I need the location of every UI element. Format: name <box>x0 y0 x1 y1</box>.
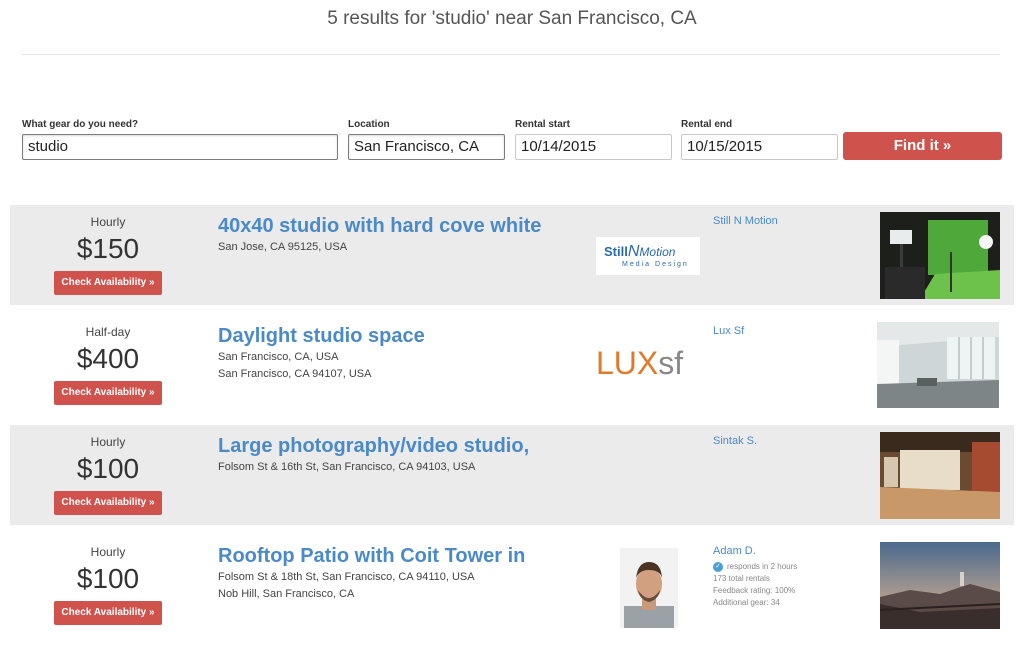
result-card[interactable]: Hourly $150 Check Availability » 40x40 s… <box>10 205 1014 305</box>
rental-start-input[interactable]: 10/14/2015 <box>515 134 672 160</box>
listing-address: San Francisco, CA 94107, USA <box>218 368 372 380</box>
listing-info: 40x40 studio with hard cove white San Jo… <box>218 213 598 256</box>
search-form: What gear do you need? studio Location S… <box>0 119 1024 163</box>
logo-text-lux: LUX <box>596 345 659 381</box>
owner-response-time: ✓ responds in 2 hours <box>713 561 873 573</box>
check-availability-button[interactable]: Check Availability » <box>54 491 162 515</box>
studio-photo-loft <box>880 432 1000 519</box>
rental-end-label: Rental end <box>681 119 733 130</box>
listing-photo[interactable] <box>877 322 999 408</box>
studio-photo-daylight <box>877 322 999 408</box>
owner-block: Still N Motion <box>713 215 873 227</box>
gear-label: What gear do you need? <box>22 119 139 130</box>
rooftop-photo <box>880 542 1000 629</box>
find-it-button[interactable]: Find it » <box>843 132 1002 160</box>
listing-photo[interactable] <box>880 212 1000 299</box>
result-card[interactable]: Hourly $100 Check Availability » Large p… <box>10 425 1014 525</box>
owner-logo[interactable]: StillNMotion Media Design <box>596 237 700 275</box>
owner-logo[interactable]: LUXsf <box>596 345 700 385</box>
gear-input[interactable]: studio <box>22 134 338 160</box>
location-field: Location San Francisco, CA <box>348 119 505 160</box>
header-divider <box>22 54 1000 55</box>
owner-name[interactable]: Still N Motion <box>713 215 873 227</box>
owner-feedback: Feedback rating: 100% <box>713 586 796 595</box>
owner-block: Lux Sf <box>713 325 873 337</box>
owner-additional-gear: Additional gear: 34 <box>713 598 780 607</box>
listing-address: Folsom St & 18th St, San Francisco, CA 9… <box>218 571 475 583</box>
listing-title[interactable]: Rooftop Patio with Coit Tower in <box>218 543 598 569</box>
logo-subtext: Media Design <box>622 261 689 268</box>
check-circle-icon: ✓ <box>713 561 723 572</box>
check-availability-button[interactable]: Check Availability » <box>54 271 162 295</box>
gear-field: What gear do you need? studio <box>22 119 338 160</box>
owner-block: Adam D. ✓ responds in 2 hours 173 total r… <box>713 545 873 609</box>
price-block: Half-day $400 Check Availability » <box>10 325 206 405</box>
logo-text-motion: Motion <box>639 245 676 259</box>
studio-photo-green <box>880 212 1000 299</box>
price-value: $400 <box>76 343 140 374</box>
listing-photo[interactable] <box>880 542 1000 629</box>
rental-start-label: Rental start <box>515 119 571 130</box>
price-unit: Half-day <box>85 325 131 339</box>
listing-address: San Francisco, CA, USA <box>218 351 339 363</box>
listing-info: Large photography/video studio, Folsom S… <box>218 433 598 476</box>
check-availability-button[interactable]: Check Availability » <box>54 381 162 405</box>
location-label: Location <box>348 119 390 130</box>
listing-title[interactable]: Large photography/video studio, <box>218 433 598 459</box>
listing-title[interactable]: Daylight studio space <box>218 323 598 349</box>
rental-end-field: Rental end 10/15/2015 <box>681 119 838 160</box>
owner-block: Sintak S. <box>713 435 873 447</box>
check-availability-button[interactable]: Check Availability » <box>54 601 162 625</box>
price-block: Hourly $100 Check Availability » <box>10 435 206 515</box>
rental-end-input[interactable]: 10/15/2015 <box>681 134 838 160</box>
listing-address: Folsom St & 16th St, San Francisco, CA 9… <box>218 461 476 473</box>
owner-name[interactable]: Lux Sf <box>713 325 873 337</box>
logo-text-n: N <box>627 243 640 260</box>
price-value: $100 <box>76 453 140 484</box>
price-value: $150 <box>76 233 140 264</box>
price-block: Hourly $100 Check Availability » <box>10 545 206 625</box>
location-input[interactable]: San Francisco, CA <box>348 134 505 160</box>
result-card[interactable]: Hourly $100 Check Availability » Rooftop… <box>10 535 1014 635</box>
listing-address: Nob Hill, San Francisco, CA <box>218 588 355 600</box>
listing-title[interactable]: 40x40 studio with hard cove white <box>218 213 598 239</box>
listing-info: Daylight studio space San Francisco, CA,… <box>218 323 598 383</box>
response-time-text: responds in 2 hours <box>727 562 798 571</box>
owner-name[interactable]: Adam D. <box>713 545 873 557</box>
price-block: Hourly $150 Check Availability » <box>10 215 206 295</box>
owner-rentals: 173 total rentals <box>713 574 770 583</box>
page-title: 5 results for 'studio' near San Francisc… <box>327 8 697 29</box>
listing-address: San Jose, CA 95125, USA <box>218 241 348 253</box>
price-unit: Hourly <box>90 215 126 229</box>
avatar-photo <box>620 548 678 628</box>
listing-photo[interactable] <box>880 432 1000 519</box>
price-unit: Hourly <box>90 545 126 559</box>
logo-text-still: Still <box>604 244 628 259</box>
price-unit: Hourly <box>90 435 126 449</box>
owner-avatar[interactable] <box>620 548 678 628</box>
result-card[interactable]: Half-day $400 Check Availability » Dayli… <box>10 315 1014 415</box>
listing-info: Rooftop Patio with Coit Tower in Folsom … <box>218 543 598 603</box>
logo-text-sf: sf <box>658 345 684 381</box>
price-value: $100 <box>76 563 140 594</box>
rental-start-field: Rental start 10/14/2015 <box>515 119 672 160</box>
owner-name[interactable]: Sintak S. <box>713 435 873 447</box>
